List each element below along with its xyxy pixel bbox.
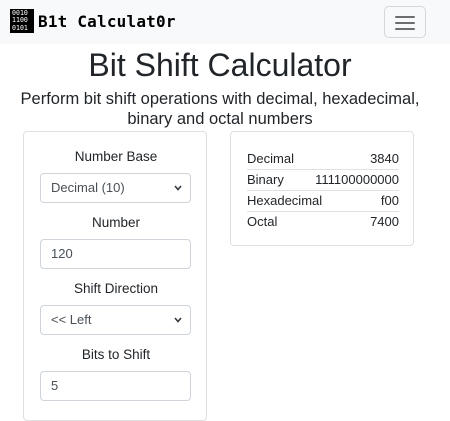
result-value: 7400 — [370, 214, 399, 229]
result-value: 3840 — [370, 151, 399, 166]
result-label: Hexadecimal — [247, 193, 323, 208]
result-row-hexadecimal: Hexadecimal f00 — [247, 191, 399, 212]
number-base-label: Number Base — [74, 149, 158, 164]
number-input-value: 120 — [51, 246, 73, 261]
input-form-card: Number Base Decimal (10) Number 120 Shif… — [23, 131, 207, 421]
bits-to-shift-value: 5 — [51, 378, 59, 393]
number-base-selected: Decimal (10) — [51, 180, 125, 195]
number-label: Number — [91, 215, 140, 230]
number-input[interactable]: 120 — [40, 239, 191, 269]
result-label: Decimal — [247, 151, 294, 166]
shift-direction-select[interactable]: << Left — [40, 305, 191, 335]
number-base-select[interactable]: Decimal (10) — [40, 173, 191, 203]
hamburger-menu-icon — [395, 15, 415, 30]
shift-direction-label: Shift Direction — [73, 281, 159, 296]
results-card: Decimal 3840 Binary 111100000000 Hexadec… — [230, 131, 414, 246]
result-value: 111100000000 — [315, 172, 399, 187]
result-row-decimal: Decimal 3840 — [247, 149, 399, 170]
bits-to-shift-input[interactable]: 5 — [40, 371, 191, 401]
result-row-octal: Octal 7400 — [247, 212, 399, 233]
page-title: Bit Shift Calculator — [88, 47, 352, 83]
page-subtitle: Perform bit shift operations with decima… — [20, 90, 420, 128]
result-value: f00 — [380, 193, 399, 208]
shift-direction-selected: << Left — [51, 312, 92, 327]
binary-logo-icon: 0010 1100 0101 — [10, 9, 34, 33]
result-label: Binary — [247, 172, 284, 187]
result-label: Octal — [247, 214, 278, 229]
chevron-down-icon — [174, 185, 182, 191]
brand-name: B1t Calculat0r — [38, 11, 176, 31]
brand-link[interactable]: 0010 1100 0101 B1t Calculat0r — [10, 9, 176, 33]
navbar-toggler-button[interactable] — [384, 6, 426, 38]
result-row-binary: Binary 111100000000 — [247, 170, 399, 191]
chevron-down-icon — [174, 317, 182, 323]
navbar: 0010 1100 0101 B1t Calculat0r — [0, 0, 450, 44]
bits-to-shift-label: Bits to Shift — [81, 347, 151, 362]
